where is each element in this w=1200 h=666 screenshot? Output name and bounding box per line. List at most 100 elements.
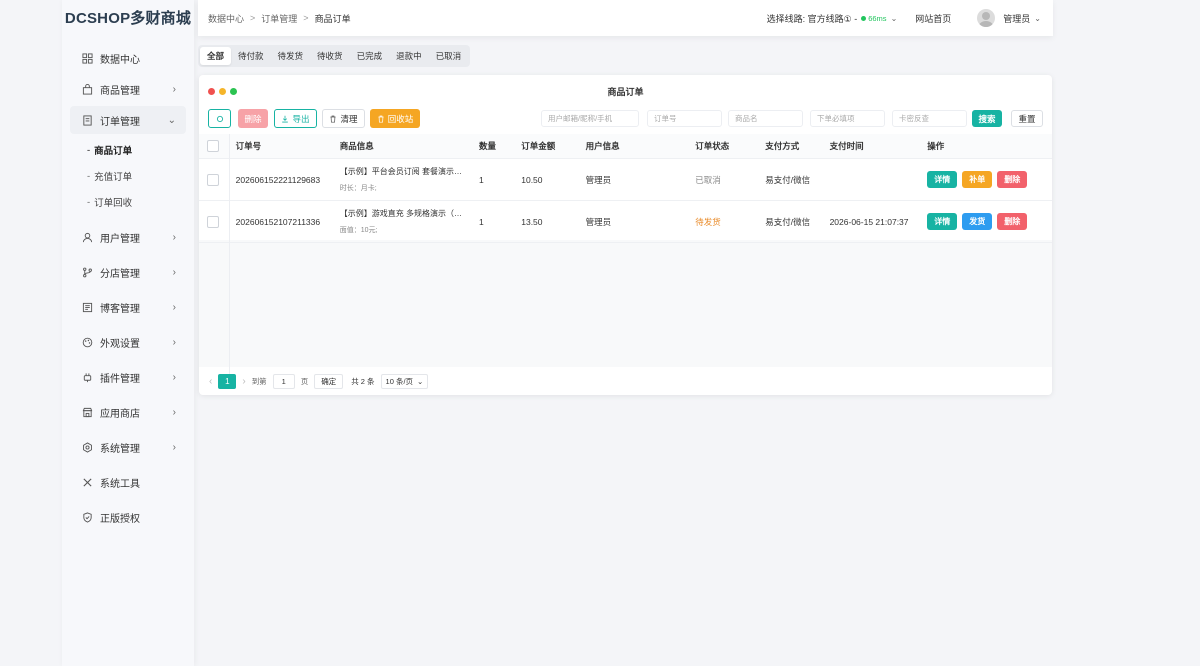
tab-pending-shipment[interactable]: 待发货: [271, 47, 311, 65]
order-number: 202606152107211336: [235, 216, 321, 227]
user-menu[interactable]: 管理员 ⌄: [977, 9, 1041, 27]
orders-panel: 商品订单 删除 导出 清理 回收站 用户邮箱/昵称/手机 订单号 商品名 下单必…: [199, 75, 1052, 395]
refresh-icon: [216, 115, 223, 122]
dashboard-icon: [80, 51, 94, 65]
goto-confirm-button[interactable]: 确定: [314, 373, 344, 389]
sidebar-item-label: 正版授权: [100, 513, 140, 525]
clear-label: 清理: [340, 113, 358, 124]
breadcrumb-item[interactable]: 数据中心: [208, 12, 244, 25]
chevron-down-icon: ⌄: [1034, 13, 1041, 23]
chevron-right-icon: ›: [172, 406, 176, 418]
user-info: 管理员: [585, 174, 612, 185]
reset-button[interactable]: 重置: [1011, 110, 1043, 127]
sidebar-subitem-recharge-orders[interactable]: - 充值订单: [62, 163, 194, 189]
avatar: [977, 9, 996, 27]
branch-icon: [80, 265, 94, 279]
sidebar-item-products[interactable]: 商品管理 ›: [70, 75, 186, 103]
search-button[interactable]: 搜索: [972, 110, 1002, 127]
card-lookup-input[interactable]: 卡密反查: [892, 110, 967, 127]
select-all-checkbox[interactable]: [207, 140, 220, 152]
user-search-input[interactable]: 用户邮箱/昵称/手机: [541, 110, 639, 127]
payment-time: [822, 159, 920, 200]
clear-button[interactable]: 清理: [322, 109, 365, 128]
chevron-right-icon: ›: [172, 441, 176, 453]
tab-refunding[interactable]: 退款中: [389, 47, 429, 65]
chevron-down-icon: ⌄: [890, 13, 898, 23]
detail-button[interactable]: 详情: [927, 171, 958, 188]
line-selector[interactable]: 选择线路: 官方线路① - 66ms ⌄: [767, 12, 898, 25]
product-name: 【示例】游戏直充 多规格演示（…: [339, 209, 463, 218]
tab-pending-payment[interactable]: 待付款: [231, 47, 271, 65]
order-amount: 13.50: [521, 216, 543, 227]
recycle-icon: [378, 115, 384, 123]
column-header: 用户信息: [585, 141, 620, 151]
order-number-input[interactable]: 订单号: [647, 110, 722, 127]
payment-method: 易支付/微信: [765, 174, 811, 185]
column-header: 订单金额: [521, 141, 556, 151]
store-icon: [80, 405, 94, 419]
sidebar-subitem-product-orders[interactable]: - 商品订单: [62, 137, 194, 163]
table-row: 202606152221129683 【示例】平台会员订阅 套餐演示… 时长：月…: [199, 159, 1052, 201]
sidebar-item-tools[interactable]: 系统工具: [70, 468, 186, 496]
sidebar-item-app-store[interactable]: 应用商店 ›: [70, 398, 186, 426]
tools-icon: [80, 475, 94, 489]
tab-all[interactable]: 全部: [200, 47, 232, 65]
sidebar-item-label: 商品管理: [100, 85, 140, 97]
refresh-button[interactable]: [208, 109, 231, 128]
sidebar-item-blog[interactable]: 博客管理 ›: [70, 293, 186, 321]
column-header: 订单状态: [695, 141, 730, 151]
latency-value: 66ms: [868, 13, 887, 23]
breadcrumb-item[interactable]: 订单管理: [261, 12, 297, 25]
breadcrumb-separator: >: [303, 13, 309, 23]
page-number-current[interactable]: 1: [218, 373, 237, 389]
app-logo[interactable]: DCSHOP多财商城: [62, 0, 194, 34]
breadcrumb-current: 商品订单: [314, 13, 351, 24]
delete-button[interactable]: 删除: [238, 109, 268, 128]
table-divider: [229, 134, 230, 374]
tab-cancelled[interactable]: 已取消: [429, 47, 469, 65]
detail-button[interactable]: 详情: [927, 213, 958, 230]
ship-button[interactable]: 发货: [962, 213, 993, 230]
table-row: 202606152107211336 【示例】游戏直充 多规格演示（… 面值：1…: [199, 201, 1052, 243]
product-name-input[interactable]: 商品名: [728, 110, 803, 127]
page-size-select[interactable]: 10 条/页 ⌄: [380, 373, 429, 389]
chevron-down-icon: ⌄: [167, 114, 176, 126]
export-button[interactable]: 导出: [274, 109, 317, 128]
row-delete-button[interactable]: 删除: [997, 213, 1028, 230]
tab-completed[interactable]: 已完成: [350, 47, 390, 65]
sub-item-label: 订单回收: [94, 198, 133, 209]
row-checkbox[interactable]: [207, 173, 220, 186]
download-icon: [282, 115, 289, 122]
tab-pending-receipt[interactable]: 待收货: [310, 47, 350, 65]
toolbar: 删除 导出 清理 回收站 用户邮箱/昵称/手机 订单号 商品名 下单必填项 卡密…: [199, 109, 1052, 131]
recycle-bin-button[interactable]: 回收站: [370, 109, 420, 128]
sidebar-item-system[interactable]: 系统管理 ›: [70, 433, 186, 461]
header-checkbox-cell: [199, 134, 228, 158]
goto-page-input[interactable]: 1: [272, 373, 295, 389]
sidebar-item-label: 外观设置: [100, 338, 140, 350]
breadcrumb: 数据中心 > 订单管理 > 商品订单: [208, 12, 351, 25]
prev-page-icon[interactable]: ‹: [209, 376, 212, 387]
sidebar-item-branches[interactable]: 分店管理 ›: [70, 258, 186, 286]
page-size-value: 10 条/页: [385, 376, 414, 386]
status-dot-icon: [861, 15, 867, 21]
sidebar-item-users[interactable]: 用户管理 ›: [70, 223, 186, 251]
sidebar-item-dashboard[interactable]: 数据中心: [70, 44, 186, 72]
product-info: 【示例】平台会员订阅 套餐演示… 时长：月卡;: [332, 159, 471, 200]
sub-item-dash: -: [87, 170, 91, 182]
sidebar-item-appearance[interactable]: 外观设置 ›: [70, 328, 186, 356]
required-field-input[interactable]: 下单必填项: [810, 110, 885, 127]
sidebar-item-plugins[interactable]: 插件管理 ›: [70, 363, 186, 391]
sub-item-dash: -: [87, 196, 91, 208]
next-page-icon[interactable]: ›: [242, 376, 245, 387]
row-delete-button[interactable]: 删除: [997, 171, 1028, 188]
sidebar-item-license[interactable]: 正版授权: [70, 503, 186, 531]
sidebar-item-label: 系统工具: [100, 478, 140, 490]
settings-icon: [80, 440, 94, 454]
sidebar-subitem-order-recycle[interactable]: - 订单回收: [62, 189, 194, 215]
sidebar-item-orders[interactable]: 订单管理 ⌄: [70, 106, 186, 134]
export-label: 导出: [292, 113, 310, 124]
site-home-link[interactable]: 网站首页: [915, 12, 951, 25]
row-checkbox[interactable]: [207, 215, 220, 228]
resupply-button[interactable]: 补单: [962, 171, 993, 188]
